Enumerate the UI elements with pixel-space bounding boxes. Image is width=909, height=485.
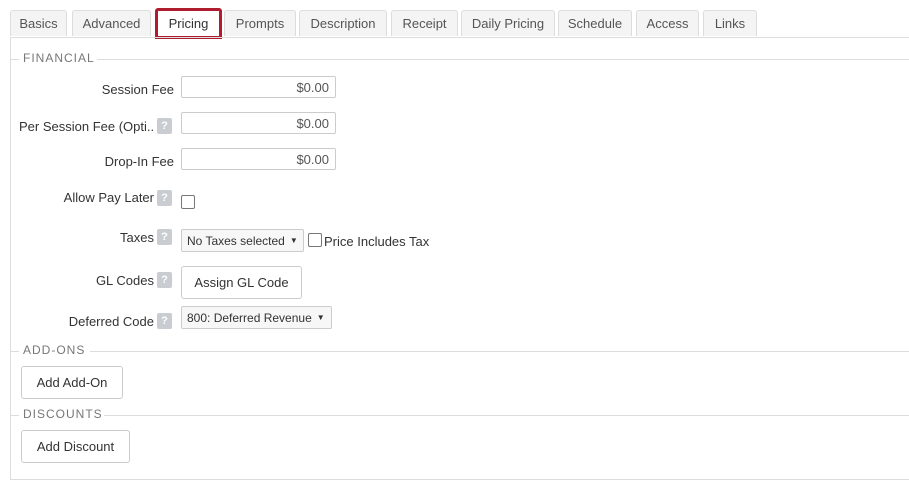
discounts-legend: DISCOUNTS <box>20 407 106 421</box>
tab-schedule[interactable]: Schedule <box>558 10 632 36</box>
tab-description[interactable]: Description <box>299 10 387 36</box>
taxes-select-value: No Taxes selected <box>187 233 285 248</box>
drop-in-fee-label: Drop-In Fee <box>104 154 174 169</box>
financial-rule-left <box>11 59 19 60</box>
tab-receipt[interactable]: Receipt <box>391 10 458 36</box>
taxes-help-icon[interactable]: ? <box>157 229 172 245</box>
per-session-fee-label: Per Session Fee (Opti... <box>19 119 153 134</box>
add-discount-button[interactable]: Add Discount <box>21 430 130 463</box>
tab-advanced[interactable]: Advanced <box>72 10 151 36</box>
taxes-select[interactable]: No Taxes selected ▼ <box>181 229 304 252</box>
tab-prompts[interactable]: Prompts <box>224 10 296 36</box>
add-add-on-button[interactable]: Add Add-On <box>21 366 123 399</box>
gl-codes-label: GL Codes <box>95 273 154 288</box>
tab-basics[interactable]: Basics <box>10 10 67 36</box>
addons-rule-left <box>11 351 19 352</box>
assign-gl-code-button[interactable]: Assign GL Code <box>181 266 302 299</box>
financial-rule <box>97 59 909 60</box>
per-session-fee-input[interactable] <box>181 112 336 134</box>
deferred-code-label: Deferred Code <box>68 314 154 329</box>
gl-codes-help-icon[interactable]: ? <box>157 272 172 288</box>
price-includes-tax-checkbox[interactable] <box>308 233 322 247</box>
tab-daily-pricing[interactable]: Daily Pricing <box>461 10 555 36</box>
session-fee-input[interactable] <box>181 76 336 98</box>
chevron-down-icon: ▼ <box>289 236 298 245</box>
session-fee-label: Session Fee <box>101 82 174 97</box>
discounts-rule-left <box>11 415 19 416</box>
tab-links[interactable]: Links <box>703 10 757 36</box>
per-session-fee-help-icon[interactable]: ? <box>157 118 172 134</box>
discounts-rule <box>104 415 909 416</box>
allow-pay-later-checkbox[interactable] <box>181 195 195 209</box>
pricing-panel: FINANCIAL Session Fee Per Session Fee (O… <box>10 38 909 480</box>
financial-legend: FINANCIAL <box>20 51 98 65</box>
allow-pay-later-help-icon[interactable]: ? <box>157 190 172 206</box>
allow-pay-later-label: Allow Pay Later <box>63 190 154 205</box>
addons-rule <box>90 351 909 352</box>
chevron-down-icon: ▼ <box>316 313 325 322</box>
taxes-label: Taxes <box>120 230 154 245</box>
drop-in-fee-input[interactable] <box>181 148 336 170</box>
tab-access[interactable]: Access <box>636 10 699 36</box>
deferred-code-select-value: 800: Deferred Revenue <box>187 310 312 325</box>
price-includes-tax-label: Price Includes Tax <box>324 234 430 249</box>
addons-legend: ADD-ONS <box>20 343 89 357</box>
deferred-code-help-icon[interactable]: ? <box>157 313 172 329</box>
deferred-code-select[interactable]: 800: Deferred Revenue ▼ <box>181 306 332 329</box>
tab-pricing[interactable]: Pricing <box>155 8 222 39</box>
